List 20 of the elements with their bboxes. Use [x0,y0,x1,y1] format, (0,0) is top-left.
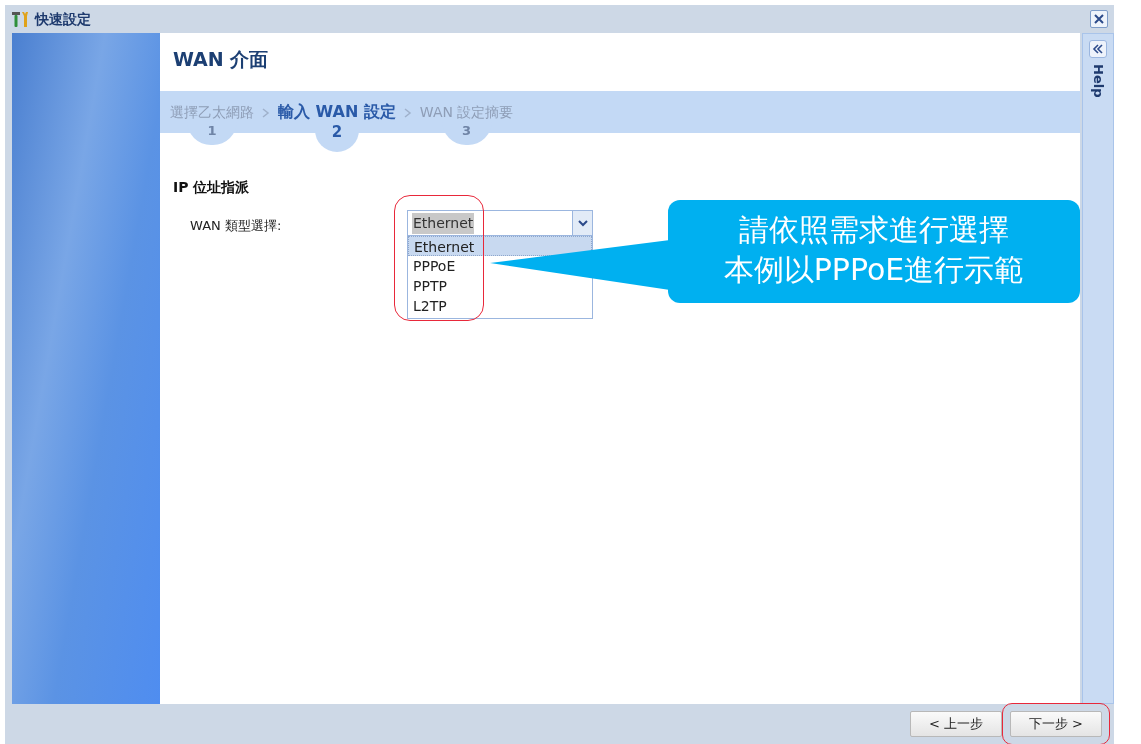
dropdown-option[interactable]: L2TP [408,296,592,316]
back-button[interactable]: < 上一步 [910,711,1002,737]
dropdown-option[interactable]: Ethernet [408,236,592,256]
step-label[interactable]: 輸入 WAN 設定 [278,100,396,124]
step-number: 2 [314,122,359,152]
double-chevron-icon [1092,44,1104,54]
window-title: 快速設定 [35,9,91,29]
field-label: WAN 類型選擇: [190,217,283,235]
tools-icon [11,10,31,28]
callout-text: 本例以PPPoE進行示範 [722,251,1026,289]
collapse-button[interactable] [1089,40,1107,58]
section-title: IP 位址指派 [173,178,251,197]
close-button[interactable] [1090,10,1108,28]
page-title: WAN 介面 [172,47,270,72]
next-button[interactable]: 下一步 > [1010,711,1102,737]
dropdown-option[interactable]: PPTP [408,276,592,296]
callout-text: 請依照需求進行選擇 [738,211,1010,249]
help-label[interactable]: Help [1088,64,1108,98]
wan-type-dropdown[interactable]: Ethernet [407,210,593,236]
close-icon [1093,13,1105,25]
